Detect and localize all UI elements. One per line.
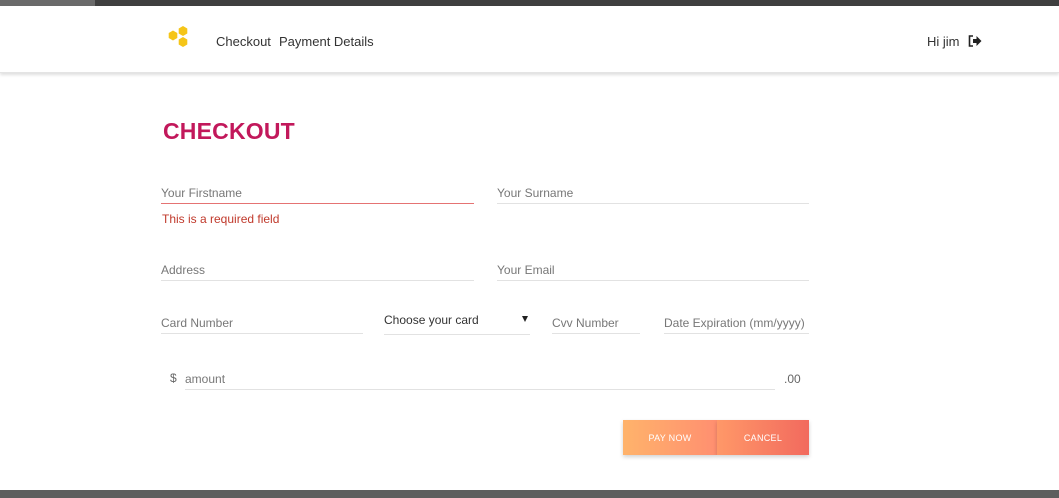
address-input[interactable] xyxy=(161,259,474,281)
firstname-input[interactable] xyxy=(161,182,474,204)
cents-suffix: .00 xyxy=(784,372,801,386)
expiration-date-input[interactable] xyxy=(664,312,809,334)
amount-input[interactable] xyxy=(185,368,775,390)
header: Checkout Payment Details Hi jim xyxy=(0,6,1059,73)
email-input[interactable] xyxy=(497,259,809,281)
nav-payment-details-link[interactable]: Payment Details xyxy=(279,34,374,49)
user-greeting: Hi jim xyxy=(927,34,960,49)
firstname-error-message: This is a required field xyxy=(162,212,280,226)
surname-input[interactable] xyxy=(497,182,809,204)
bottom-bar xyxy=(0,490,1059,498)
cancel-button[interactable]: CANCEL xyxy=(717,420,809,455)
card-number-input[interactable] xyxy=(161,312,363,334)
cvv-input[interactable] xyxy=(552,312,640,334)
nav-checkout-link[interactable]: Checkout xyxy=(216,34,271,49)
dropdown-arrow-icon xyxy=(522,316,528,322)
card-type-select[interactable]: Choose your card xyxy=(384,310,530,335)
page-title: CHECKOUT xyxy=(163,118,295,144)
pay-now-button[interactable]: PAY NOW xyxy=(623,420,717,455)
card-type-select-value: Choose your card xyxy=(384,313,479,327)
currency-symbol: $ xyxy=(170,371,177,385)
honeycomb-logo-icon[interactable] xyxy=(163,26,195,56)
sign-out-icon[interactable] xyxy=(968,35,982,47)
